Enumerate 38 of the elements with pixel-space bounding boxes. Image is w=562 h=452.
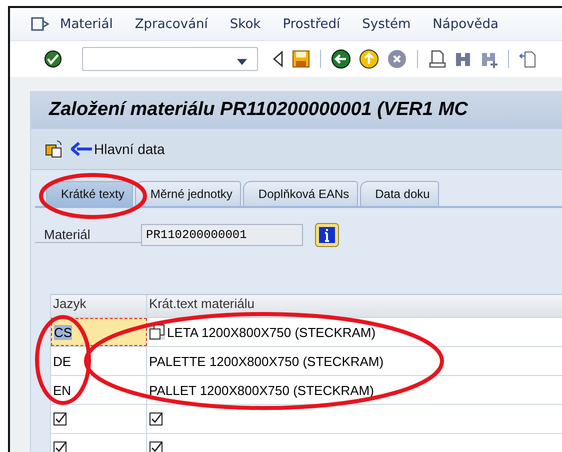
text-cell[interactable]: PALLET 1200X800X750 (STECKRAM) — [147, 376, 562, 404]
menu-icon[interactable] — [30, 16, 50, 32]
binoculars-plus-icon[interactable] — [480, 50, 498, 68]
back-icon[interactable] — [331, 49, 351, 69]
tab[interactable]: Krátké texty — [46, 181, 134, 206]
text-cell[interactable]: PALETTE 1200X800X750 (STECKRAM) — [147, 347, 562, 375]
tab[interactable]: Data doku — [360, 181, 439, 206]
checkbox-icon[interactable] — [149, 441, 163, 452]
save-icon[interactable] — [292, 50, 310, 68]
text-cell[interactable]: LETA 1200X800X750 (STECKRAM) — [147, 318, 562, 346]
menu-item[interactable]: Systém — [362, 16, 411, 32]
command-field[interactable] — [82, 47, 258, 71]
arrow-left-icon — [71, 142, 93, 156]
column-header[interactable]: Jazyk — [51, 295, 147, 317]
document-icon[interactable] — [519, 50, 537, 68]
menu-item[interactable]: Skok — [230, 16, 261, 32]
tab[interactable]: Měrné jednotky — [135, 181, 242, 206]
menu-item[interactable]: Prostředí — [282, 16, 340, 32]
screen-title: Založení materiálu PR110200000001 (VER1 MC — [31, 91, 562, 129]
checkbox-icon[interactable] — [149, 412, 163, 426]
menu-item[interactable]: Nápověda — [432, 16, 498, 32]
triangle-left-icon[interactable] — [272, 50, 284, 68]
info-icon[interactable] — [315, 223, 339, 247]
main-data-button[interactable]: Hlavní data — [71, 141, 165, 157]
up-icon[interactable] — [359, 49, 379, 69]
material-field[interactable]: PR110200000001 — [141, 224, 303, 246]
column-header[interactable]: Krát.text materiálu — [147, 295, 562, 317]
checkbox-icon[interactable] — [53, 441, 67, 452]
print-icon[interactable] — [428, 50, 446, 68]
cancel-icon[interactable] — [387, 49, 407, 69]
checkbox-icon[interactable] — [53, 412, 67, 426]
menu-item[interactable]: Materiál — [60, 16, 113, 32]
language-cell[interactable]: EN — [51, 376, 147, 404]
language-cell[interactable]: DE — [51, 347, 147, 375]
binoculars-icon[interactable] — [454, 50, 472, 68]
menu-item[interactable]: Zpracování — [134, 16, 208, 32]
enter-icon[interactable] — [44, 50, 62, 68]
tab[interactable]: Doplňková EANs — [243, 181, 358, 206]
